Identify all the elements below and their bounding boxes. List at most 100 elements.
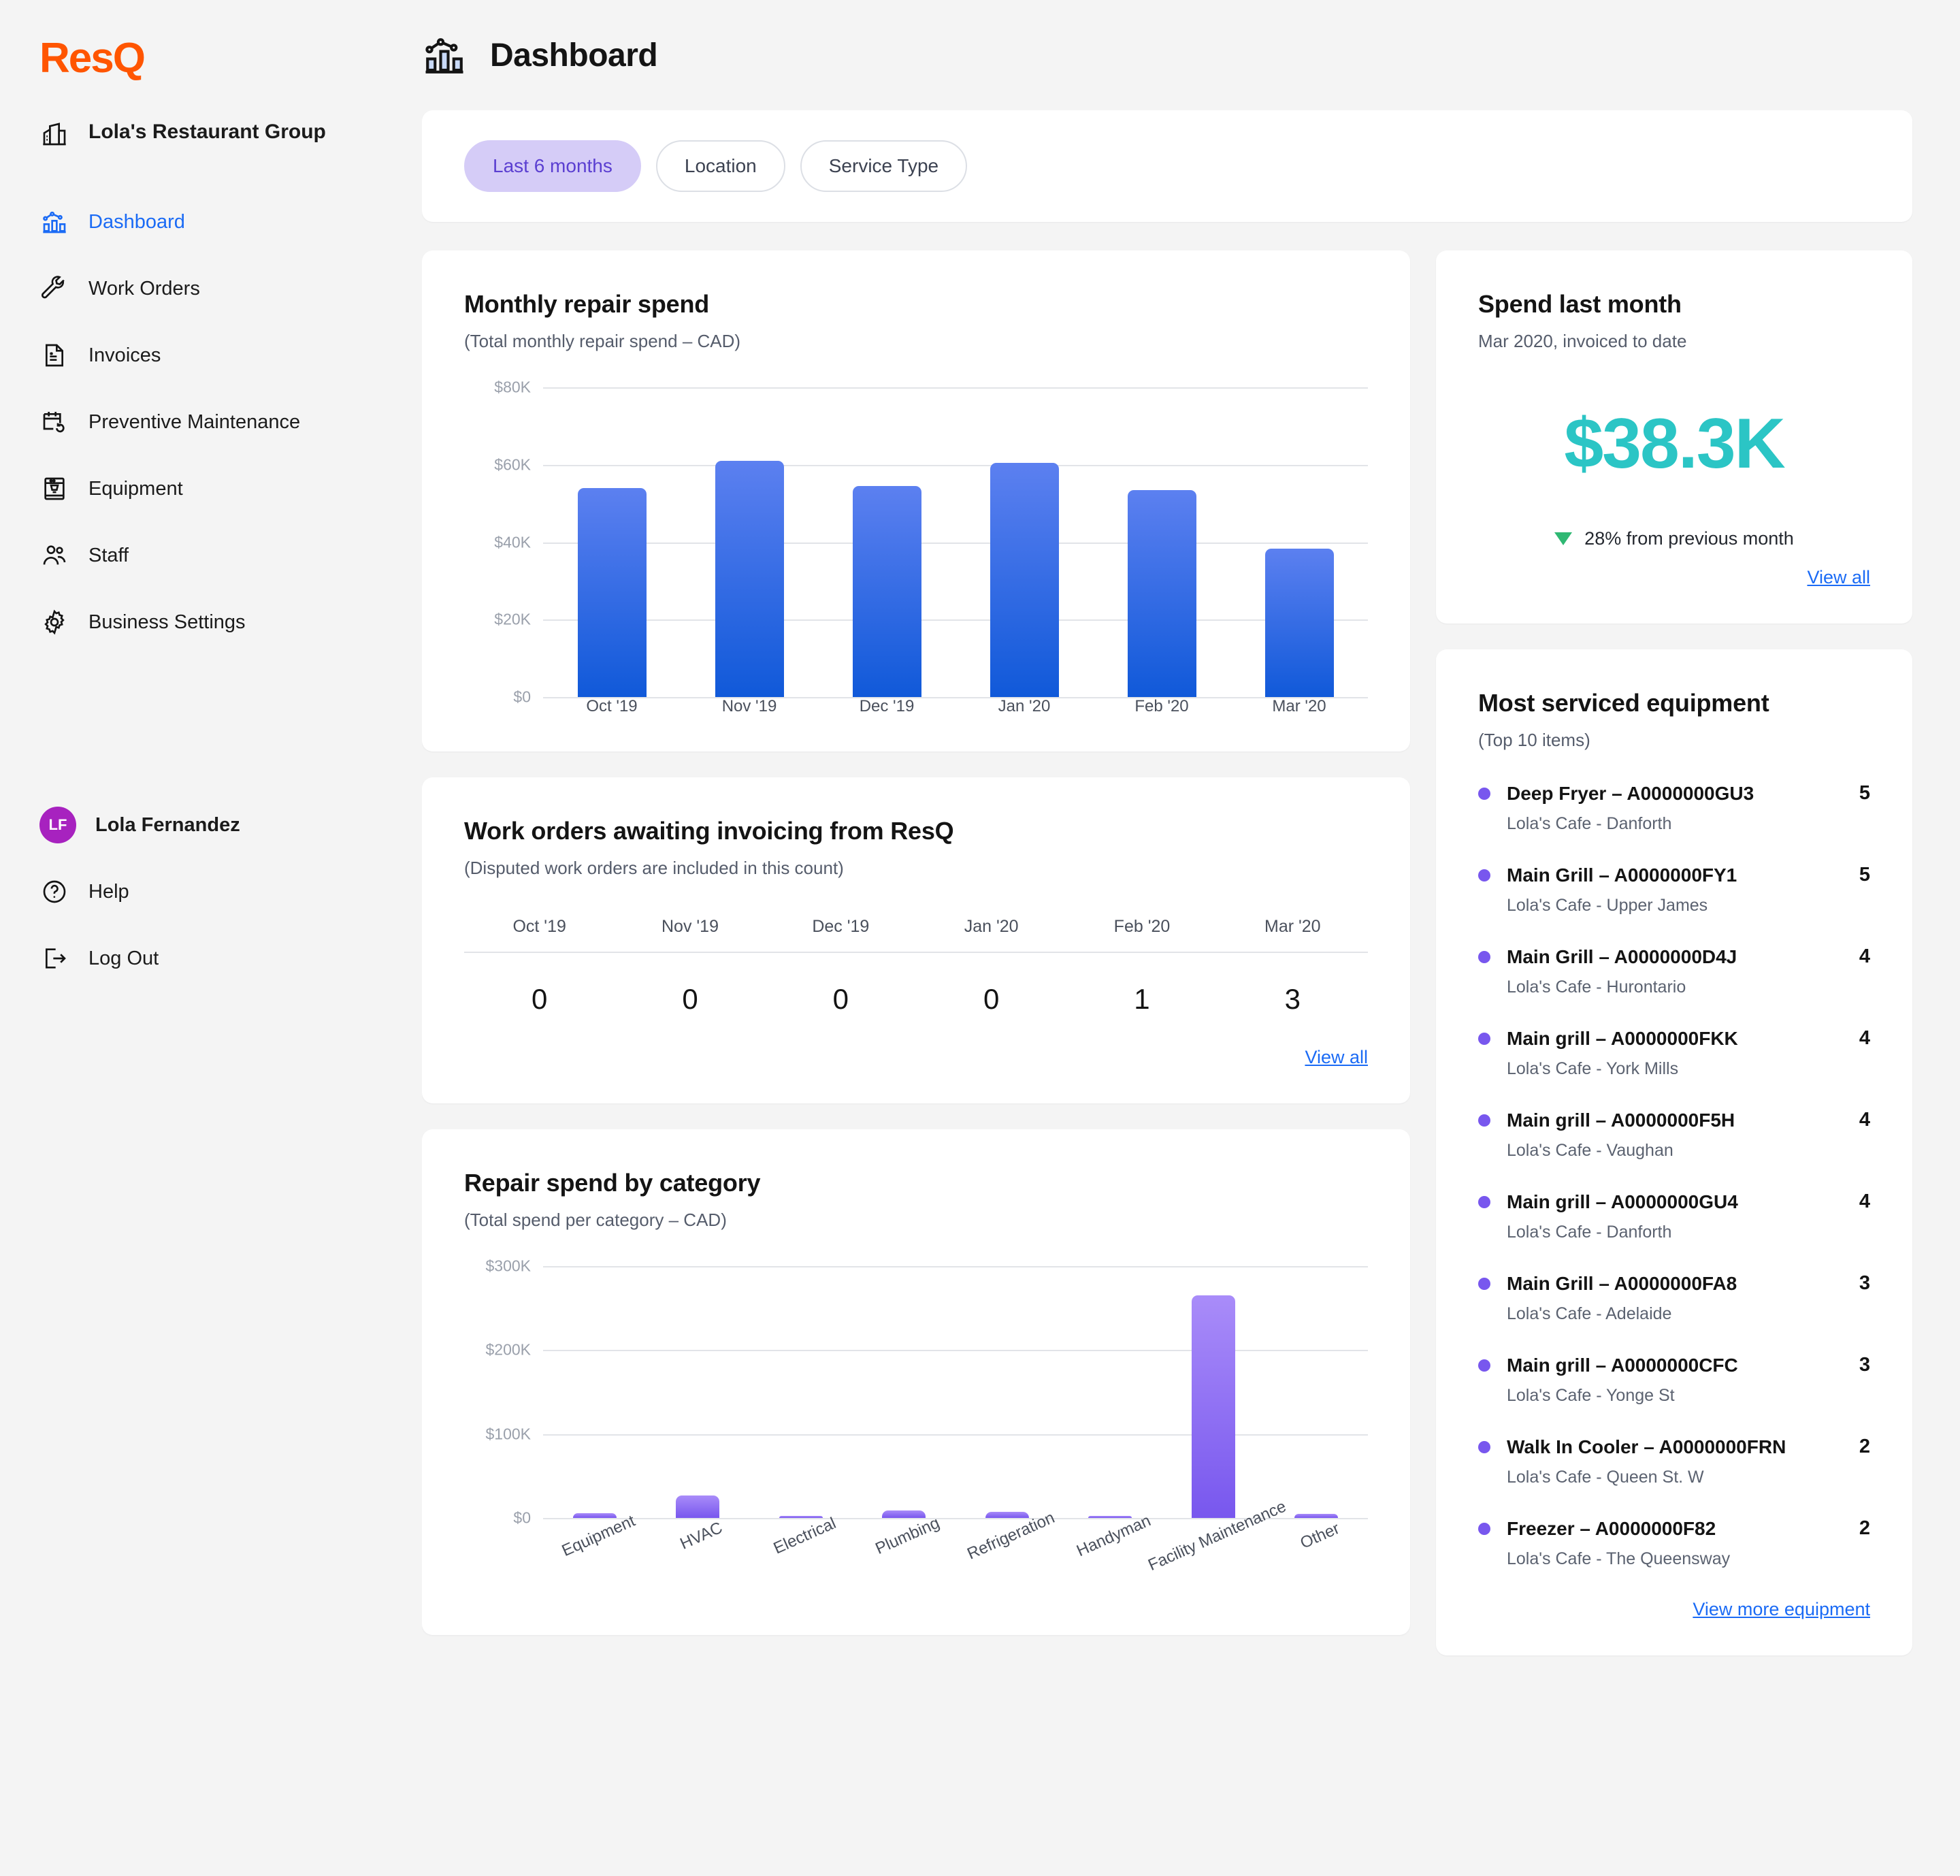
filter-chip-location[interactable]: Location	[655, 140, 785, 192]
spend-amount: $38.3K	[1564, 404, 1785, 483]
x-axis-labels: Oct '19 Nov '19 Dec '19 Jan '20 Feb '20 Mar '…	[543, 697, 1368, 716]
list-item[interactable]: Main Grill – A0000000D4J 4 Lola's Cafe - H…	[1478, 945, 1870, 997]
most-serviced-equipment-card: Most serviced equipment (Top 10 items) D…	[1436, 649, 1912, 1655]
bar-cell	[647, 1495, 750, 1518]
sidebar: ResQ Lola's Restaurant Group Dashboard W…	[0, 0, 422, 1876]
filter-chip-last-6-months[interactable]: Last 6 months	[464, 140, 641, 192]
list-item[interactable]: Main grill – A0000000CFC 3 Lola's Cafe - Y…	[1478, 1354, 1870, 1406]
spend-last-month-card: Spend last month Mar 2020, invoiced to d…	[1436, 250, 1912, 624]
x-tick-label: Facility Maintenance	[1145, 1497, 1289, 1575]
sidebar-item-log-out[interactable]: Log Out	[39, 925, 422, 992]
equipment-name: Main Grill – A0000000FY1	[1507, 864, 1737, 886]
sidebar-item-preventive-maintenance[interactable]: Preventive Maintenance	[39, 389, 422, 455]
card-subtitle: Mar 2020, invoiced to date	[1478, 331, 1687, 351]
view-all-work-orders-link[interactable]: View all	[464, 1047, 1368, 1068]
sidebar-item-business-settings[interactable]: Business Settings	[39, 589, 422, 656]
bullet-icon	[1478, 1114, 1490, 1127]
sidebar-item-label: Dashboard	[88, 210, 185, 233]
bar[interactable]	[985, 1512, 1029, 1518]
bar-cell	[956, 462, 1093, 697]
user-profile[interactable]: LF Lola Fernandez	[39, 792, 422, 858]
sidebar-item-label: Work Orders	[88, 277, 200, 300]
sidebar-item-label: Log Out	[88, 947, 159, 969]
resq-logo[interactable]: ResQ	[39, 37, 422, 80]
equipment-location: Lola's Cafe - Adelaide	[1507, 1304, 1672, 1323]
list-item[interactable]: Main grill – A0000000F5H 4 Lola's Cafe - V…	[1478, 1109, 1870, 1161]
card-subtitle: (Total monthly repair spend – CAD)	[464, 331, 741, 351]
sidebar-item-label: Preventive Maintenance	[88, 410, 301, 433]
x-tick-label: Jan '20	[998, 697, 1051, 715]
sidebar-item-invoices[interactable]: Invoices	[39, 322, 422, 389]
y-tick-label: $200K	[485, 1340, 531, 1359]
bar-cell	[681, 461, 818, 697]
list-item[interactable]: Main Grill – A0000000FA8 3 Lola's Cafe - A…	[1478, 1272, 1870, 1324]
bar-cell	[1230, 549, 1368, 697]
list-item[interactable]: Main grill – A0000000FKK 4 Lola's Cafe - Y…	[1478, 1027, 1870, 1079]
table-header-row: Oct '19 Nov '19 Dec '19 Jan '20 Feb '20 Mar '…	[464, 917, 1368, 952]
view-more-equipment-link[interactable]: View more equipment	[1478, 1599, 1870, 1620]
equipment-location: Lola's Cafe - Upper James	[1507, 896, 1708, 915]
dashboard-grid: Monthly repair spend (Total monthly repa…	[422, 250, 1912, 1655]
gear-icon	[39, 607, 69, 637]
sidebar-item-staff[interactable]: Staff	[39, 522, 422, 589]
table-column-header: Mar '20	[1264, 917, 1321, 936]
table-cell-count: 0	[531, 983, 548, 1015]
sidebar-item-label: Business Settings	[88, 611, 246, 633]
card-title: Most serviced equipment	[1478, 689, 1769, 717]
filter-bar: Last 6 months Location Service Type	[422, 110, 1912, 222]
y-axis: $0 $20K $40K $60K $80K	[464, 378, 543, 706]
list-item[interactable]: Main grill – A0000000GU4 4 Lola's Cafe - D…	[1478, 1191, 1870, 1242]
list-item[interactable]: Main Grill – A0000000FY1 5 Lola's Cafe - U…	[1478, 864, 1870, 916]
equipment-name: Walk In Cooler – A0000000FRN	[1507, 1436, 1786, 1457]
bar[interactable]	[852, 486, 921, 697]
sidebar-item-label: Invoices	[88, 344, 161, 366]
main-content: Dashboard Last 6 months Location Service…	[422, 0, 1960, 1876]
sidebar-item-equipment[interactable]: Equipment	[39, 455, 422, 522]
bar[interactable]	[577, 487, 647, 697]
bar[interactable]	[882, 1510, 926, 1518]
y-tick-label: $80K	[494, 378, 531, 396]
table-column-header: Oct '19	[512, 917, 566, 936]
x-tick-label: Nov '19	[721, 697, 777, 715]
question-circle-icon	[39, 877, 69, 907]
page-title: Dashboard	[490, 37, 658, 74]
bar[interactable]	[676, 1495, 720, 1518]
monthly-repair-spend-card: Monthly repair spend (Total monthly repa…	[422, 250, 1410, 751]
bar-cell	[853, 1510, 956, 1518]
view-all-spend-link[interactable]: View all	[1478, 567, 1870, 588]
bar[interactable]	[990, 462, 1059, 697]
bar[interactable]	[572, 1513, 617, 1518]
card-subtitle: (Total spend per category – CAD)	[464, 1210, 727, 1230]
bar[interactable]	[1264, 549, 1334, 697]
x-tick-label: Equipment	[559, 1511, 638, 1561]
bar[interactable]	[1127, 489, 1196, 697]
table-cell-count: 0	[983, 983, 1000, 1015]
x-tick-label: Mar '20	[1272, 697, 1326, 715]
bar[interactable]	[715, 461, 784, 697]
list-item[interactable]: Deep Fryer – A0000000GU3 5 Lola's Cafe - D…	[1478, 782, 1870, 834]
card-title: Spend last month	[1478, 290, 1682, 318]
x-tick-label: HVAC	[677, 1518, 725, 1553]
delta-text: 28% from previous month	[1584, 528, 1794, 549]
y-axis: $0 $100K $200K $300K	[464, 1257, 543, 1527]
bar[interactable]	[1191, 1295, 1235, 1518]
sidebar-item-dashboard[interactable]: Dashboard	[39, 189, 422, 255]
card-title: Repair spend by category	[464, 1169, 761, 1197]
list-item[interactable]: Freezer – A0000000F82 2 Lola's Cafe - The …	[1478, 1517, 1870, 1569]
user-name: Lola Fernandez	[95, 813, 240, 836]
delta-indicator: 28% from previous month	[1478, 528, 1870, 549]
list-item[interactable]: Walk In Cooler – A0000000FRN 2 Lola's Cafe…	[1478, 1436, 1870, 1487]
sidebar-item-work-orders[interactable]: Work Orders	[39, 255, 422, 322]
sidebar-item-label: Equipment	[88, 477, 183, 500]
calendar-refresh-icon	[39, 407, 69, 437]
filter-chip-service-type[interactable]: Service Type	[800, 140, 968, 192]
bullet-icon	[1478, 869, 1490, 882]
plot-area	[543, 1266, 1368, 1519]
bar-cell	[1093, 489, 1230, 697]
bar-cell	[543, 487, 681, 697]
work-orders-awaiting-invoicing-card: Work orders awaiting invoicing from ResQ…	[422, 777, 1410, 1103]
equipment-service-count: 5	[1859, 782, 1870, 804]
org-switcher[interactable]: Lola's Restaurant Group	[39, 119, 422, 149]
sidebar-item-help[interactable]: Help	[39, 858, 422, 925]
table-column-header: Dec '19	[812, 917, 870, 936]
